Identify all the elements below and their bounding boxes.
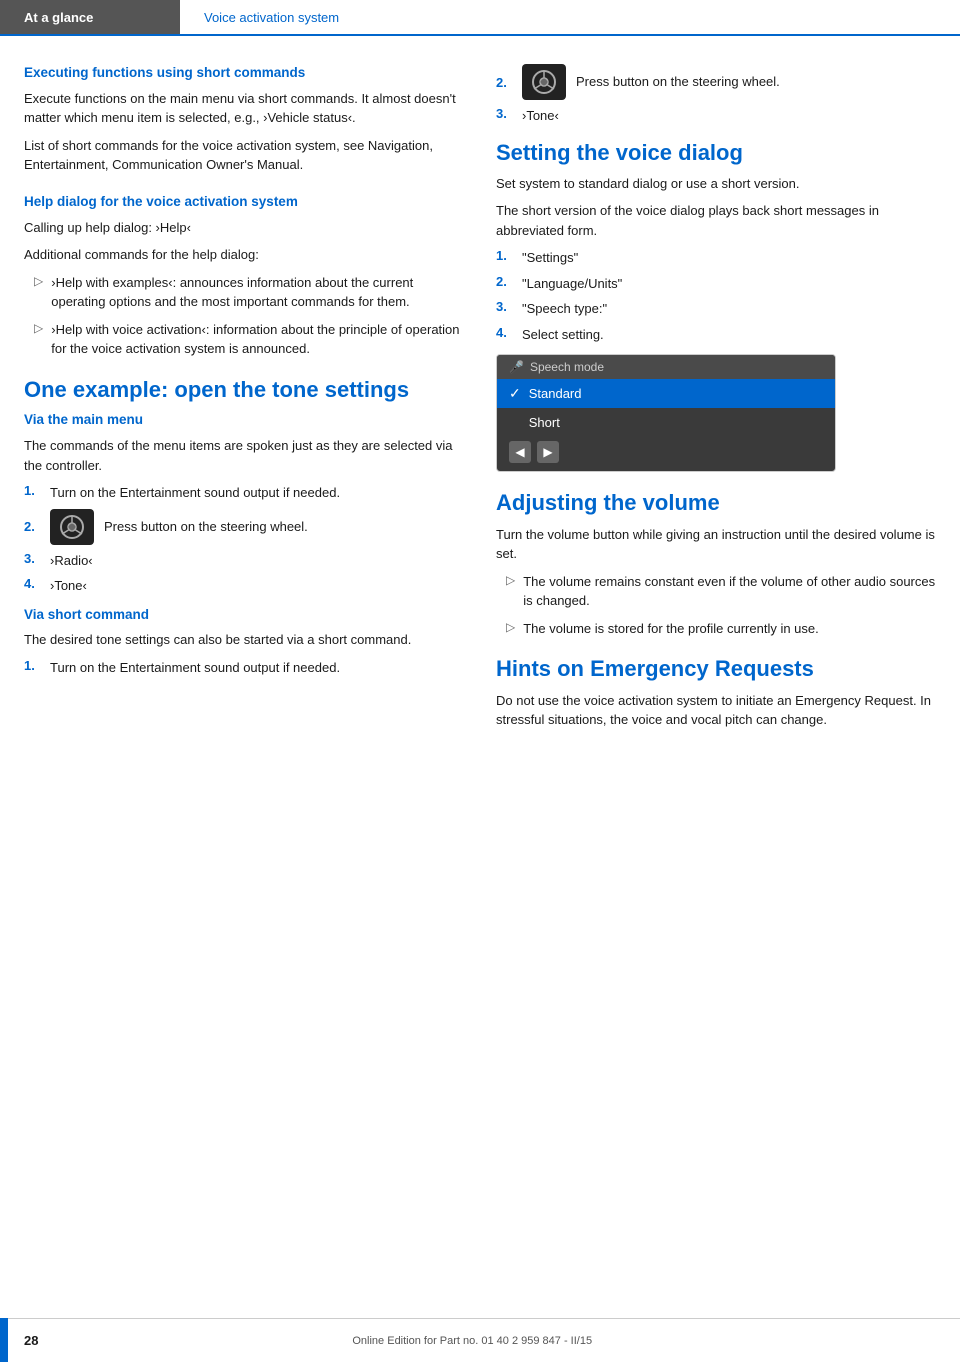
left-column: Executing functions using short commands… xyxy=(24,64,464,748)
step-num-4: 4. xyxy=(24,576,40,591)
section-one-example-title: One example: open the tone settings xyxy=(24,377,464,403)
header-section: Voice activation system xyxy=(180,0,960,34)
section-emergency-title: Hints on Emergency Requests xyxy=(496,656,936,682)
right-column: 2. Press button on the steering wheel. 3… xyxy=(496,64,936,748)
speech-mode-screenshot: 🎤 Speech mode ✓ Standard ✓ Short ◀ ▶ xyxy=(496,354,836,472)
vd-step-text-4: Select setting. xyxy=(522,325,604,345)
volume-para: Turn the volume button while giving an i… xyxy=(496,525,936,564)
speech-mode-icon: 🎤 xyxy=(509,360,524,374)
via-main-steps: 1. Turn on the Entertainment sound outpu… xyxy=(24,483,464,596)
bullet-arrow-icon: ▷ xyxy=(34,274,43,312)
section-help-dialog: Help dialog for the voice activation sys… xyxy=(24,193,464,359)
speech-mode-standard-label: Standard xyxy=(529,386,582,401)
vd-step-text-1: "Settings" xyxy=(522,248,578,268)
section-emergency: Hints on Emergency Requests Do not use t… xyxy=(496,656,936,729)
step-text-4: ›Tone‹ xyxy=(50,576,87,596)
section-volume: Adjusting the volume Turn the volume but… xyxy=(496,490,936,638)
voice-dialog-step-4: 4. Select setting. xyxy=(496,325,936,345)
section-executing-functions-para1: Execute functions on the main menu via s… xyxy=(24,89,464,128)
section-help-dialog-title: Help dialog for the voice activation sys… xyxy=(24,193,464,212)
nav-left-arrow: ◀ xyxy=(509,441,531,463)
nav-right-arrow: ▶ xyxy=(537,441,559,463)
right-steering-wheel-icon xyxy=(522,64,566,100)
footer-accent-bar xyxy=(0,1318,8,1362)
step-text-2: Press button on the steering wheel. xyxy=(104,517,308,537)
volume-bullet-arrow-1: ▷ xyxy=(506,573,515,611)
footer-edition-text: Online Edition for Part no. 01 40 2 959 … xyxy=(352,1335,592,1347)
section-executing-functions-title: Executing functions using short commands xyxy=(24,64,464,83)
page-number: 28 xyxy=(24,1333,38,1348)
right-step-3: 3. ›Tone‹ xyxy=(496,106,936,126)
volume-bullet-text-2: The volume is stored for the profile cur… xyxy=(523,619,819,639)
vd-step-num-3: 3. xyxy=(496,299,512,314)
speech-mode-short: ✓ Short xyxy=(497,408,835,437)
speech-mode-title-bar: 🎤 Speech mode xyxy=(497,355,835,379)
right-step-text-2: Press button on the steering wheel. xyxy=(576,72,780,92)
speech-mode-standard: ✓ Standard xyxy=(497,379,835,408)
speech-mode-nav: ◀ ▶ xyxy=(497,437,835,471)
step-num-3: 3. xyxy=(24,551,40,566)
section-volume-title: Adjusting the volume xyxy=(496,490,936,516)
voice-dialog-steps: 1. "Settings" 2. "Language/Units" 3. "Sp… xyxy=(496,248,936,344)
vd-step-num-1: 1. xyxy=(496,248,512,263)
help-bullet-2-text: ›Help with voice activation‹: informatio… xyxy=(51,320,464,359)
main-content: Executing functions using short commands… xyxy=(0,36,960,808)
section-voice-dialog-title: Setting the voice dialog xyxy=(496,140,936,166)
voice-dialog-para1: Set system to standard dialog or use a s… xyxy=(496,174,936,194)
speech-mode-title-text: Speech mode xyxy=(530,360,604,374)
section-one-example: One example: open the tone settings Via … xyxy=(24,377,464,678)
volume-bullet-1: ▷ The volume remains constant even if th… xyxy=(496,572,936,611)
right-step-num-3: 3. xyxy=(496,106,512,121)
voice-dialog-step-3: 3. "Speech type:" xyxy=(496,299,936,319)
section-help-dialog-para2: Additional commands for the help dialog: xyxy=(24,245,464,265)
right-step-2: 2. Press button on the steering wheel. xyxy=(496,64,936,100)
page-footer: 28 Online Edition for Part no. 01 40 2 9… xyxy=(0,1318,960,1362)
via-main-menu-para: The commands of the menu items are spoke… xyxy=(24,436,464,475)
volume-bullet-2: ▷ The volume is stored for the profile c… xyxy=(496,619,936,639)
emergency-para: Do not use the voice activation system t… xyxy=(496,691,936,730)
header-chapter: At a glance xyxy=(0,0,180,34)
vd-step-num-4: 4. xyxy=(496,325,512,340)
vd-step-text-3: "Speech type:" xyxy=(522,299,607,319)
check-icon: ✓ xyxy=(509,385,521,402)
page-header: At a glance Voice activation system xyxy=(0,0,960,36)
right-step-num-2: 2. xyxy=(496,75,512,90)
voice-dialog-para2: The short version of the voice dialog pl… xyxy=(496,201,936,240)
right-top-steps: 2. Press button on the steering wheel. 3… xyxy=(496,64,936,126)
vd-step-text-2: "Language/Units" xyxy=(522,274,622,294)
voice-dialog-step-2: 2. "Language/Units" xyxy=(496,274,936,294)
step-num-2: 2. xyxy=(24,519,40,534)
help-bullet-1: ▷ ›Help with examples‹: announces inform… xyxy=(24,273,464,312)
step-text-3: ›Radio‹ xyxy=(50,551,93,571)
via-short-command-title: Via short command xyxy=(24,606,464,625)
bullet-arrow-icon-2: ▷ xyxy=(34,321,43,359)
voice-dialog-step-1: 1. "Settings" xyxy=(496,248,936,268)
via-short-step-1: 1. Turn on the Entertainment sound outpu… xyxy=(24,658,464,678)
section-help-dialog-para1: Calling up help dialog: ›Help‹ xyxy=(24,218,464,238)
steering-wheel-icon xyxy=(50,509,94,545)
short-step-num-1: 1. xyxy=(24,658,40,673)
via-main-menu-title: Via the main menu xyxy=(24,411,464,430)
via-short-command-para: The desired tone settings can also be st… xyxy=(24,630,464,650)
via-main-step-3: 3. ›Radio‹ xyxy=(24,551,464,571)
vd-step-num-2: 2. xyxy=(496,274,512,289)
via-main-step-2: 2. Press button on the steering wheel xyxy=(24,509,464,545)
help-bullet-2: ▷ ›Help with voice activation‹: informat… xyxy=(24,320,464,359)
help-bullet-1-text: ›Help with examples‹: announces informat… xyxy=(51,273,464,312)
volume-bullet-text-1: The volume remains constant even if the … xyxy=(523,572,936,611)
step-num-1: 1. xyxy=(24,483,40,498)
section-voice-dialog: Setting the voice dialog Set system to s… xyxy=(496,140,936,473)
short-step-text-1: Turn on the Entertainment sound output i… xyxy=(50,658,340,678)
right-step-text-3: ›Tone‹ xyxy=(522,106,559,126)
via-short-steps: 1. Turn on the Entertainment sound outpu… xyxy=(24,658,464,678)
via-main-step-1: 1. Turn on the Entertainment sound outpu… xyxy=(24,483,464,503)
via-main-step-4: 4. ›Tone‹ xyxy=(24,576,464,596)
section-executing-functions: Executing functions using short commands… xyxy=(24,64,464,175)
speech-mode-short-label: Short xyxy=(529,415,560,430)
volume-bullet-arrow-2: ▷ xyxy=(506,620,515,639)
step-text-1: Turn on the Entertainment sound output i… xyxy=(50,483,340,503)
section-executing-functions-para2: List of short commands for the voice act… xyxy=(24,136,464,175)
